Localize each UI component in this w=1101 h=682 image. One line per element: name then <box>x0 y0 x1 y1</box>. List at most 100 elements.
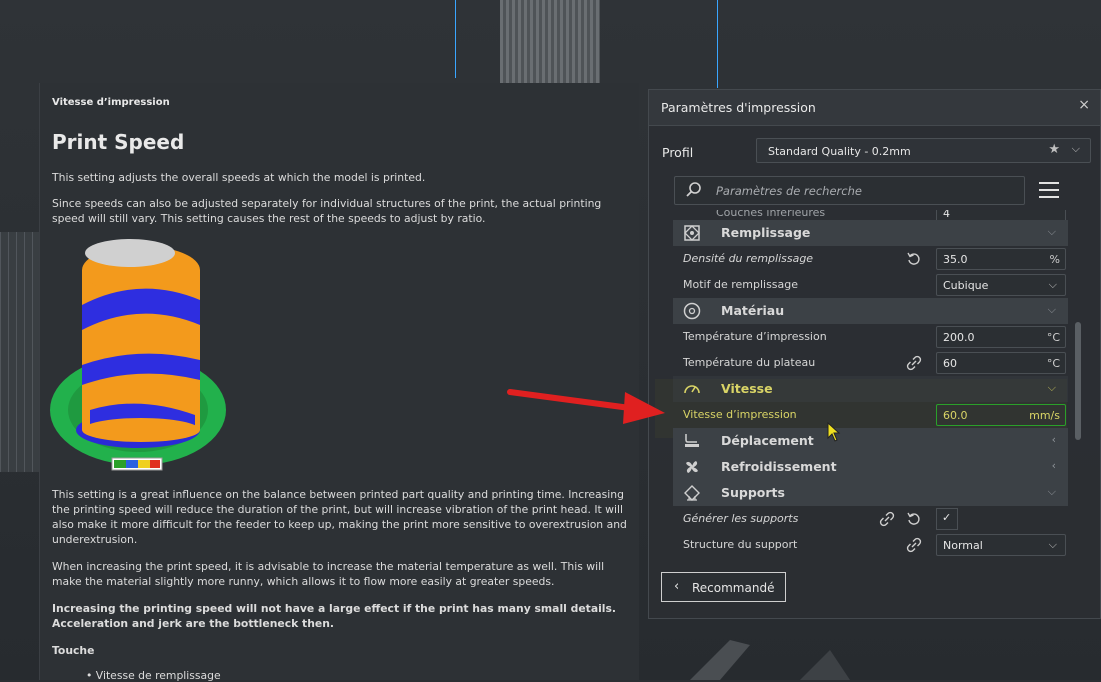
print-temperature-field[interactable]: 200.0 °C <box>936 326 1066 348</box>
field-unit: mm/s <box>1029 409 1060 422</box>
build-volume-line <box>455 0 456 78</box>
reset-icon[interactable] <box>906 511 922 527</box>
profile-value: Standard Quality - 0.2mm <box>768 145 911 158</box>
chevron-down-icon: ⌵ <box>1047 485 1056 498</box>
fan-icon <box>686 461 698 473</box>
print-settings-panel: Paramètres d'impression × Profil Standar… <box>648 89 1101 619</box>
tooltip-subtitle: Vitesse d’impression <box>52 97 170 108</box>
setting-label: Température d’impression <box>683 330 827 343</box>
search-placeholder: Paramètres de recherche <box>716 184 862 198</box>
field-value: 200.0 <box>943 331 975 344</box>
reset-icon[interactable] <box>906 251 922 267</box>
scrollbar[interactable] <box>1075 322 1081 440</box>
field-unit: °C <box>1046 357 1060 370</box>
field-value: 35.0 <box>943 253 968 266</box>
tooltip-affects-item: • Vitesse de remplissage <box>86 669 221 682</box>
category-cooling[interactable]: Refroidissement ‹ <box>673 454 1068 480</box>
chevron-left-icon: ‹ <box>674 579 680 594</box>
mouse-cursor-icon <box>827 422 841 442</box>
category-speed[interactable]: Vitesse ⌵ <box>673 376 1068 402</box>
setting-label: Couches inférieures <box>716 210 826 219</box>
search-input[interactable]: Paramètres de recherche <box>674 176 1025 205</box>
chevron-down-icon: ⌵ <box>1047 303 1056 316</box>
model-preview <box>500 0 600 90</box>
setting-label: Vitesse d’impression <box>683 408 797 421</box>
setting-row: Température du plateau 60 °C <box>673 350 1068 376</box>
chevron-down-icon: ⌵ <box>1048 278 1057 291</box>
panel-header: Paramètres d'impression × <box>649 90 1100 126</box>
tooltip-paragraph: This setting adjusts the overall speeds … <box>52 171 426 184</box>
build-volume-line <box>717 0 718 88</box>
material-spool-icon <box>683 302 701 320</box>
tooltip-paragraph: Since speeds can also be adjusted separa… <box>52 197 602 225</box>
setting-label: Densité du remplissage <box>683 252 814 265</box>
link-icon[interactable] <box>906 355 922 371</box>
category-infill[interactable]: Remplissage ⌵ <box>673 220 1068 246</box>
link-icon[interactable] <box>879 511 895 527</box>
print-speed-illustration <box>50 239 226 471</box>
tooltip-paragraph: When increasing the print speed, it is a… <box>52 560 605 588</box>
link-icon[interactable] <box>906 537 922 553</box>
setting-label: Générer les supports <box>683 512 799 525</box>
infill-icon <box>684 225 700 241</box>
chevron-down-icon: ⌵ <box>1071 142 1080 155</box>
field-value: 60.0 <box>943 409 968 422</box>
profile-label: Profil <box>662 145 694 160</box>
tooltip-paragraph-bold: Increasing the printing speed will not h… <box>52 602 617 630</box>
chevron-down-icon: ⌵ <box>1047 225 1056 238</box>
field-value: 60 <box>943 357 957 370</box>
bed-temperature-field[interactable]: 60 °C <box>936 352 1066 374</box>
category-supports[interactable]: Supports ⌵ <box>673 480 1068 506</box>
settings-list[interactable]: Couches inférieures 4 Remplissage ⌵ Dens… <box>673 210 1068 560</box>
recommended-label: Recommandé <box>692 581 775 595</box>
recommended-button[interactable]: ‹ Recommandé <box>661 572 786 602</box>
setting-row: Motif de remplissage Cubique ⌵ <box>673 272 1068 298</box>
chevron-down-icon: ⌵ <box>1047 381 1056 394</box>
category-label: Déplacement <box>721 433 814 448</box>
category-travel[interactable]: Déplacement ‹ <box>673 428 1068 454</box>
close-icon[interactable]: × <box>1078 97 1090 113</box>
support-icon <box>684 485 700 501</box>
print-speed-field[interactable]: 60.0 mm/s <box>936 404 1066 426</box>
search-icon <box>686 182 701 197</box>
panel-title: Paramètres d'impression <box>661 100 816 115</box>
travel-icon <box>685 434 699 447</box>
category-label: Vitesse <box>721 381 773 396</box>
tooltip-title: Print Speed <box>52 130 185 154</box>
field-unit: % <box>1049 253 1060 266</box>
category-material[interactable]: Matériau ⌵ <box>673 298 1068 324</box>
infill-density-field[interactable]: 35.0% <box>936 248 1066 270</box>
category-label: Refroidissement <box>721 459 837 474</box>
checkmark-icon: ✓ <box>942 511 952 524</box>
chevron-left-icon: ‹ <box>1051 433 1056 446</box>
setting-label: Structure du support <box>683 538 798 551</box>
tooltip-paragraph: This setting is a great influence on the… <box>52 488 627 546</box>
category-label: Matériau <box>721 303 785 318</box>
star-icon[interactable]: ★ <box>1048 142 1060 157</box>
tooltip-affects-heading: Touche <box>52 644 95 657</box>
red-arrow-icon <box>507 389 665 424</box>
infill-pattern-select[interactable]: Cubique ⌵ <box>936 274 1066 296</box>
support-structure-select[interactable]: Normal ⌵ <box>936 534 1066 556</box>
field-value: Normal <box>943 539 983 552</box>
field-unit: °C <box>1046 331 1060 344</box>
field-value: 4 <box>943 210 950 220</box>
category-label: Remplissage <box>721 225 811 240</box>
setting-label: Motif de remplissage <box>683 278 799 291</box>
setting-label: Température du plateau <box>683 356 816 369</box>
viewport-object <box>690 640 850 680</box>
setting-row: Structure du support Normal ⌵ <box>673 532 1068 558</box>
menu-icon[interactable] <box>1039 182 1059 198</box>
setting-row: Densité du remplissage 35.0% <box>673 246 1068 272</box>
profile-select[interactable]: Standard Quality - 0.2mm ★ ⌵ <box>756 138 1091 163</box>
chevron-down-icon: ⌵ <box>1048 538 1057 551</box>
setting-row: Générer les supports ✓ <box>673 506 1068 532</box>
speedometer-icon <box>684 385 700 394</box>
setting-row: Température d’impression 200.0 °C <box>673 324 1068 350</box>
setting-row: Vitesse d’impression 60.0 mm/s <box>673 402 1068 428</box>
field-value: Cubique <box>943 279 989 292</box>
generate-supports-checkbox[interactable]: ✓ <box>936 508 958 530</box>
category-label: Supports <box>721 485 785 500</box>
build-plate-grid <box>0 232 42 472</box>
chevron-left-icon: ‹ <box>1051 459 1056 472</box>
